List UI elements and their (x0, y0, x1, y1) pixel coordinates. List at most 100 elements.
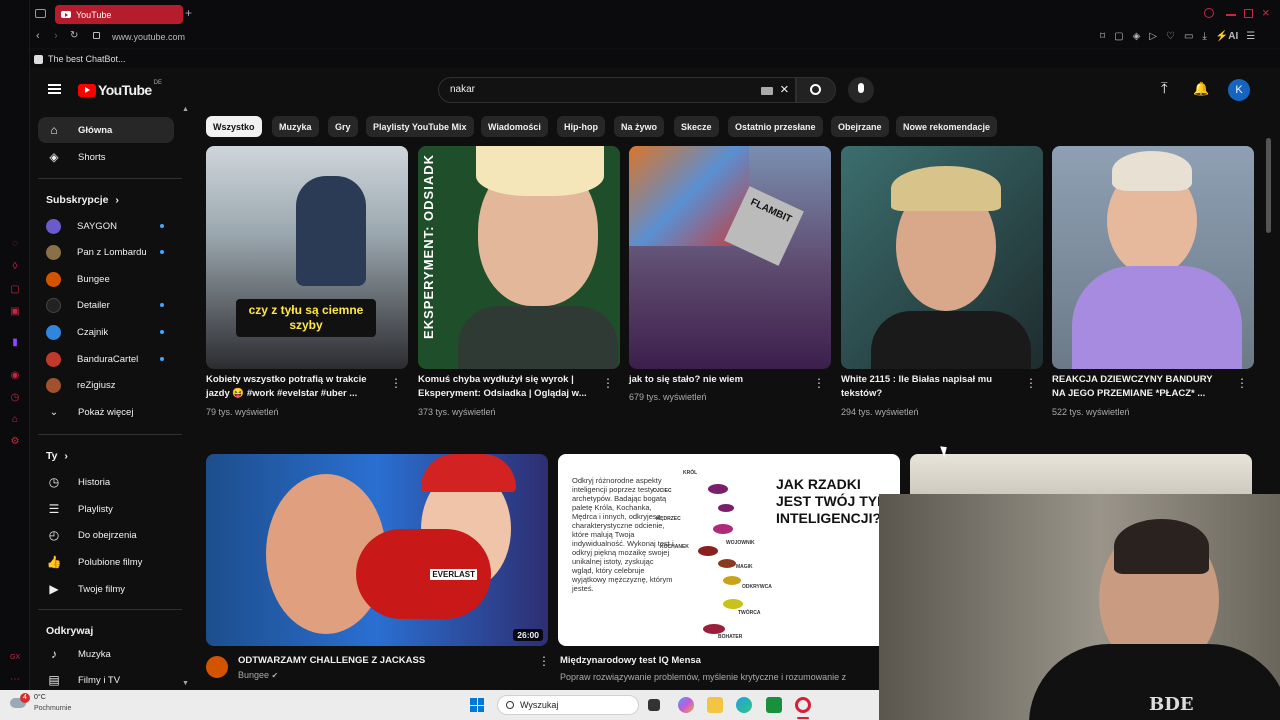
youtube-logo[interactable]: YouTube DE (78, 80, 162, 98)
search-input[interactable]: nakar (450, 84, 475, 95)
chip-hiphop[interactable]: Hip-hop (557, 116, 605, 137)
ad-card[interactable]: Odkryj różnorodne aspekty inteligencji p… (558, 454, 900, 690)
reload-icon[interactable]: ↻ (70, 30, 78, 41)
messenger2-icon[interactable]: ▣ (9, 305, 21, 317)
video-title[interactable]: jak to się stało? nie wiem (629, 373, 809, 387)
sidebar-item-music[interactable]: ♪ Muzyka (38, 641, 174, 667)
sidebar-item-history[interactable]: ◷ Historia (38, 469, 174, 495)
chip-all[interactable]: Wszystko (206, 116, 262, 137)
player-icon[interactable]: ◉ (9, 369, 21, 381)
hamburger-menu-icon[interactable] (48, 84, 61, 94)
menu-icon[interactable]: ☰ (1246, 31, 1255, 42)
video-card[interactable]: EVERLAST 26:00 ODTWARZAMY CHALLENGE Z JA… (206, 454, 550, 690)
upload-icon[interactable]: ⤒ (1161, 80, 1168, 97)
instagram-icon[interactable]: ▢ (9, 283, 21, 295)
back-icon[interactable]: ‹ (36, 30, 40, 42)
search-tabs-icon[interactable] (1204, 8, 1214, 18)
video-card[interactable]: FLAMBIT jak to się stało? nie wiem 679 t… (629, 146, 831, 416)
ad-image[interactable]: Odkryj różnorodne aspekty inteligencji p… (558, 454, 900, 646)
chip-watched[interactable]: Obejrzane (831, 116, 889, 137)
chip-new-recommendations[interactable]: Nowe rekomendacje (896, 116, 998, 137)
keyboard-icon[interactable] (761, 87, 773, 95)
copilot-icon[interactable] (678, 697, 694, 713)
video-menu-icon[interactable]: ⋮ (1025, 376, 1037, 390)
new-tab-button[interactable]: + (185, 6, 192, 20)
sidebar-item-playlists[interactable]: ☰ Playlisty (38, 496, 174, 522)
wallet-icon[interactable]: ▭ (1184, 31, 1202, 42)
video-menu-icon[interactable]: ⋮ (1236, 376, 1248, 390)
video-title[interactable]: Kobiety wszystko potrafią w trakcie jazdy… (206, 373, 386, 401)
minimize-button[interactable] (1226, 14, 1236, 16)
downloads-icon[interactable]: ⌂ (9, 413, 21, 425)
notifications-icon[interactable]: 🔔 (1193, 81, 1209, 97)
task-view-icon[interactable] (648, 699, 660, 711)
video-thumbnail[interactable]: EVERLAST 26:00 (206, 454, 548, 646)
sidebar-item-shorts[interactable]: ◈ Shorts (38, 144, 174, 170)
sidebar-item-banduracartel[interactable]: BanduraCartel (38, 346, 174, 372)
settings-icon[interactable]: ⚙ (9, 435, 21, 447)
messenger-icon[interactable]: ◌ (9, 237, 21, 249)
chip-news[interactable]: Wiadomości (481, 116, 548, 137)
sidebar-item-pan-z-lombardu[interactable]: Pan z Lombardu (38, 239, 174, 265)
video-title[interactable]: REAKCJA DZIEWCZYNY BANDURY NA JEGO PRZEMI… (1052, 373, 1232, 401)
video-thumbnail[interactable] (1052, 146, 1254, 369)
sidebar-item-liked[interactable]: 👍 Polubione filmy (38, 549, 174, 575)
windows-start-icon[interactable] (470, 698, 484, 712)
page-scrollbar[interactable] (1266, 138, 1271, 233)
sidebar-scroll-down-icon[interactable]: ▼ (182, 680, 189, 687)
close-window-button[interactable]: × (1262, 5, 1270, 20)
opera-taskbar-icon[interactable] (795, 697, 811, 713)
subscriptions-heading[interactable]: Subskrypcje › (46, 194, 119, 206)
channel-name[interactable]: Bungee ✔ (238, 670, 278, 680)
search-box[interactable]: nakar × (438, 77, 796, 103)
account-avatar[interactable]: K (1228, 79, 1250, 101)
aria-icon[interactable]: ◊ (9, 260, 21, 272)
video-title[interactable]: Komuś chyba wydłużył się wyrok | Eksperym… (418, 373, 598, 401)
sidebar-item-czajnik[interactable]: Czajnik (38, 319, 174, 345)
video-card[interactable]: czy z tyłu są ciemne szyby Kobiety wszys… (206, 146, 408, 417)
history-sidebar-icon[interactable]: ◷ (9, 391, 21, 403)
sidebar-item-bungee[interactable]: Bungee (38, 266, 174, 292)
heart-icon[interactable]: ♡ (1166, 31, 1184, 42)
url-field[interactable]: www.youtube.com (112, 32, 185, 42)
sidebar-item-saygon[interactable]: SAYGON (38, 213, 174, 239)
sidebar-item-watch-later[interactable]: ◴ Do obejrzenia (38, 522, 174, 548)
taskbar-search[interactable]: Wyszukaj (497, 695, 639, 715)
edge-icon[interactable] (736, 697, 752, 713)
chip-live[interactable]: Na żywo (614, 116, 665, 137)
maximize-button[interactable] (1244, 9, 1253, 18)
sidebar-item-rezigiusz[interactable]: reZigiusz (38, 372, 174, 398)
play-icon[interactable]: ▷ (1149, 31, 1166, 42)
vpn-icon[interactable]: ◈ (1133, 31, 1150, 42)
chip-sketches[interactable]: Skecze (674, 116, 719, 137)
tab-youtube[interactable]: YouTube (55, 5, 183, 24)
ai-label[interactable]: AI (1228, 31, 1238, 42)
extensions-icon[interactable]: GX (9, 651, 21, 663)
download-icon[interactable]: ⤓ (1202, 31, 1215, 42)
video-thumbnail[interactable] (841, 146, 1043, 369)
chip-mix-playlists[interactable]: Playlisty YouTube Mix (366, 116, 474, 137)
file-explorer-icon[interactable] (707, 697, 723, 713)
sidebar-scroll-up-icon[interactable]: ▲ (182, 106, 189, 113)
chip-games[interactable]: Gry (328, 116, 358, 137)
workspace-icon[interactable] (35, 9, 46, 18)
video-menu-icon[interactable]: ⋮ (538, 654, 550, 668)
snapshot-icon[interactable]: ▢ (1114, 31, 1132, 42)
chatbot-bookmark[interactable]: The best ChatBot... (34, 54, 126, 64)
video-title[interactable]: White 2115 : Ile Białas napisał mu tekstó… (841, 373, 1021, 401)
sidebar-item-films[interactable]: ▤ Filmy i TV (38, 667, 174, 690)
sidebar-item-your-videos[interactable]: ▶ Twoje filmy (38, 576, 174, 602)
chip-recently-uploaded[interactable]: Ostatnio przesłane (728, 116, 823, 137)
sidebar-show-more[interactable]: ⌄ Pokaż więcej (38, 399, 174, 425)
search-button[interactable] (796, 77, 836, 103)
video-menu-icon[interactable]: ⋮ (813, 376, 825, 390)
video-card[interactable]: REAKCJA DZIEWCZYNY BANDURY NA JEGO PRZEMI… (1052, 146, 1254, 417)
chip-music[interactable]: Muzyka (272, 116, 319, 137)
weather-widget[interactable]: 4 0°C Pochmurnie (10, 693, 90, 717)
twitch-icon[interactable]: ▮ (9, 336, 21, 348)
forward-icon[interactable]: › (54, 30, 58, 42)
aria-ai-icon[interactable]: ⚡ (1216, 31, 1228, 42)
video-menu-icon[interactable]: ⋮ (602, 376, 614, 390)
video-card[interactable]: EKSPERYMENT: ODSIADK Komuś chyba wydłuży… (418, 146, 620, 417)
video-menu-icon[interactable]: ⋮ (390, 376, 402, 390)
